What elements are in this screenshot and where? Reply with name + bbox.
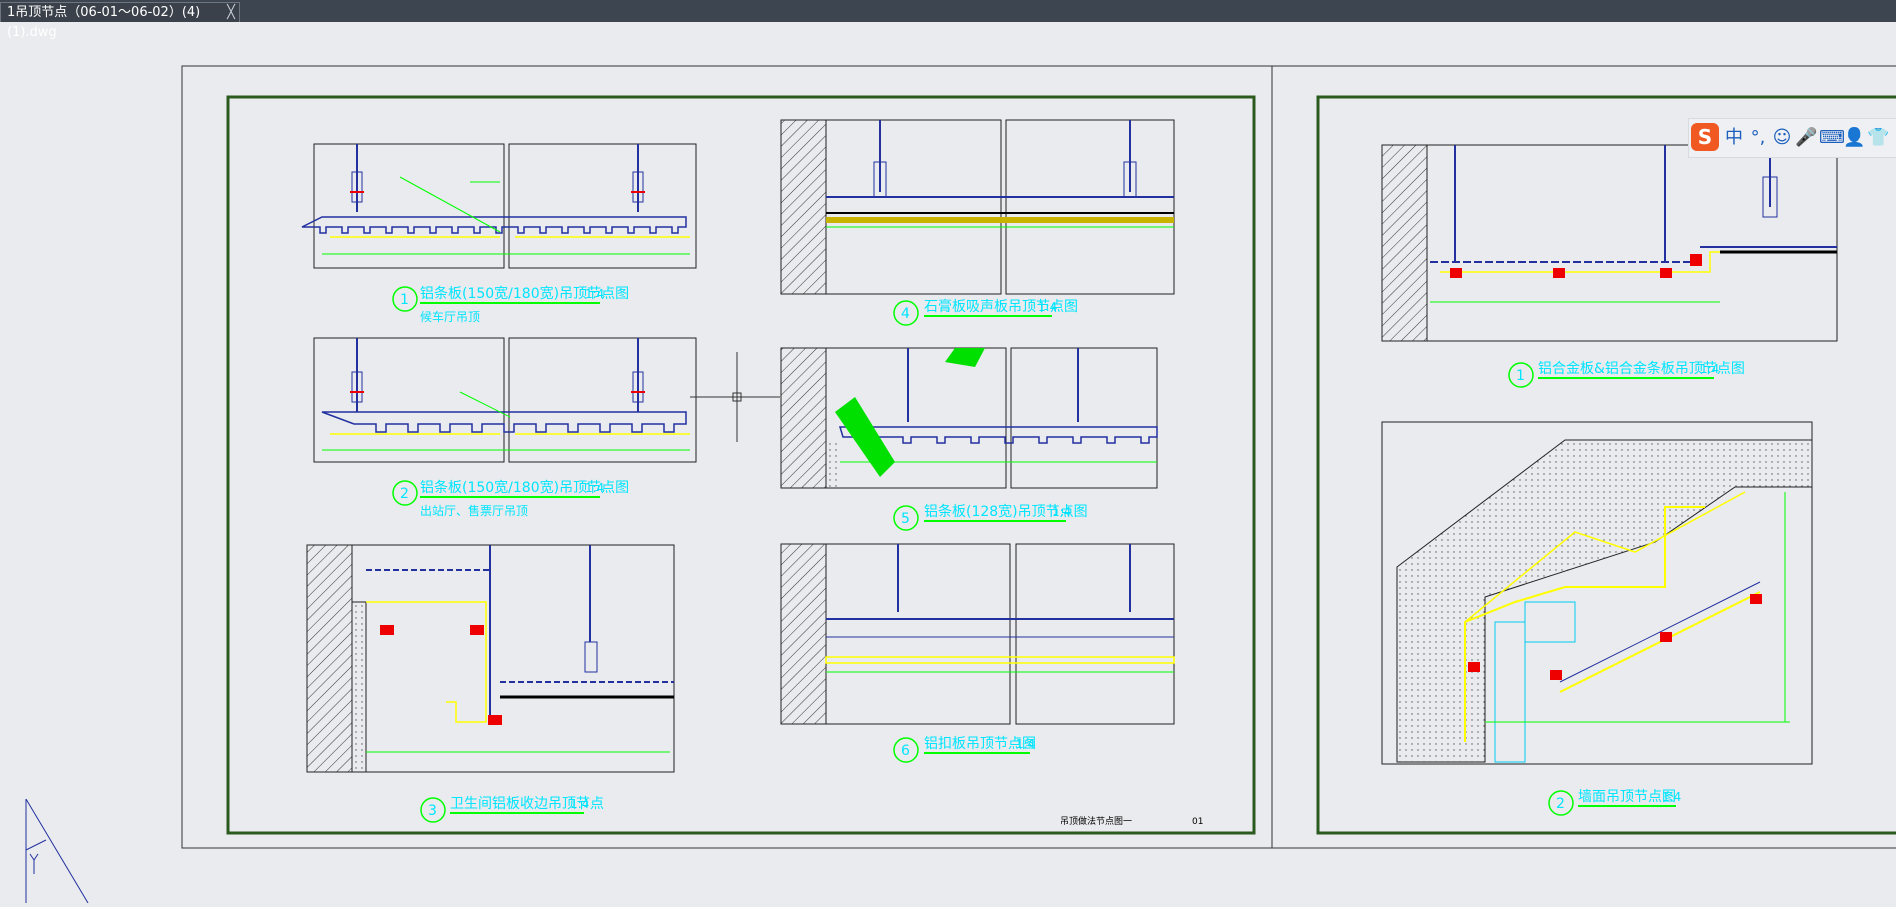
detail-1-scale: 1:4 [585, 287, 604, 301]
user-icon[interactable]: 👤 [1843, 127, 1865, 149]
detail-5-drawing [780, 347, 1158, 489]
detail-2-subtitle: 出站厅、售票厅吊顶 [420, 503, 528, 518]
detail-3-scale: 1:4 [570, 797, 589, 811]
sogou-logo-icon[interactable]: S [1691, 123, 1719, 151]
ime-toolbar[interactable]: S 中 °, ☺ 🎤 ⌨ 👤 👕 [1688, 118, 1896, 158]
detail-5-title-block: 5 铝条板(128宽)吊顶节点图 1:4 [893, 503, 1088, 531]
detail-6-drawing [780, 543, 1175, 725]
sheet2-detail-1-number: 1 [1516, 368, 1525, 384]
skin-icon[interactable]: 👕 [1867, 127, 1889, 149]
detail-4-title-block: 4 石膏板吸声板吊顶节点图 1:4 [893, 298, 1078, 326]
detail-4-scale: 1:4 [1038, 300, 1057, 314]
keyboard-icon[interactable]: ⌨ [1819, 127, 1845, 149]
sheet2-detail-1-title-block: 1 铝合金板&铝合金条板吊顶节点图 1:4 [1508, 360, 1745, 388]
cad-drawing[interactable]: 1 铝条板(150宽/180宽)吊顶节点图 1:4 候车厅吊顶 2 铝条板(15… [0, 22, 1896, 904]
detail-3-number: 3 [428, 803, 437, 819]
sheet1-footer-title: 吊顶做法节点图一 [1060, 815, 1132, 827]
detail-2-drawing [313, 337, 697, 463]
detail-1-number: 1 [400, 292, 409, 308]
sheet1-inner-frame [226, 95, 1256, 835]
detail-5-scale: 1:4 [1052, 505, 1071, 519]
sheet2-detail-1-scale: 1:4 [1700, 362, 1719, 376]
detail-1-title-block: 1 铝条板(150宽/180宽)吊顶节点图 1:4 候车厅吊顶 [392, 285, 629, 324]
detail-2-title-block: 2 铝条板(150宽/180宽)吊顶节点图 1:4 出站厅、售票厅吊顶 [392, 479, 629, 518]
detail-3-drawing [306, 544, 675, 773]
ucs-icon [25, 798, 89, 904]
detail-3-title-block: 3 卫生间铝板收边吊顶节点 1:4 [420, 796, 604, 823]
sheet2-detail-2-title-block: 2 墙面吊顶节点图 1:4 [1548, 789, 1681, 816]
detail-6-title-block: 6 铝扣板吊顶节点图 1:4 [893, 736, 1036, 763]
drawing-canvas[interactable]: 1 铝条板(150宽/180宽)吊顶节点图 1:4 候车厅吊顶 2 铝条板(15… [0, 22, 1896, 904]
detail-6-scale: 1:4 [1016, 737, 1035, 751]
close-icon[interactable]: ╳ [227, 3, 235, 23]
detail-4-number: 4 [901, 306, 910, 322]
detail-1-drawing [301, 143, 697, 269]
microphone-icon[interactable]: 🎤 [1795, 127, 1817, 149]
detail-1-subtitle: 候车厅吊顶 [420, 309, 480, 324]
tab-drawing-file[interactable]: 1吊顶节点（06-01～06-02）(4)(1).dwg ╳ [0, 2, 240, 40]
sheet1-footer-code: 01 [1192, 817, 1203, 827]
tab-bar: 1吊顶节点（06-01～06-02）(4)(1).dwg ╳ [0, 0, 1896, 40]
crosshair-cursor [690, 352, 780, 442]
punctuation-icon[interactable]: °, [1747, 127, 1769, 149]
detail-5-number: 5 [901, 511, 910, 527]
detail-2-number: 2 [400, 486, 409, 502]
sheet2-detail-1-drawing [1381, 144, 1838, 342]
detail-4-drawing [780, 119, 1175, 295]
emoji-icon[interactable]: ☺ [1771, 127, 1793, 149]
sheet2-detail-2-scale: 1:4 [1662, 790, 1681, 804]
sheet2-detail-2-number: 2 [1556, 796, 1565, 812]
chinese-mode-icon[interactable]: 中 [1723, 127, 1745, 149]
detail-2-scale: 1:4 [585, 481, 604, 495]
sheet2-detail-2-drawing [1381, 421, 1813, 765]
detail-6-number: 6 [901, 743, 910, 759]
